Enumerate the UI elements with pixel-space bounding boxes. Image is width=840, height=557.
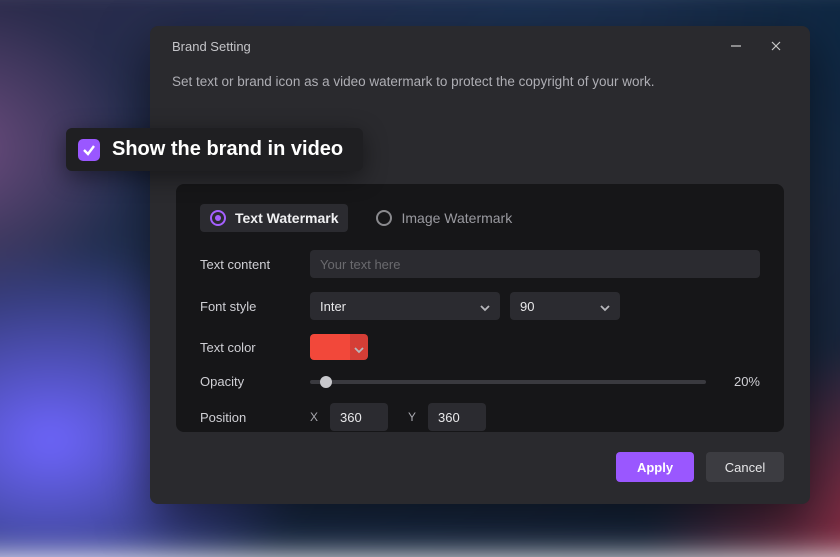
chevron-down-icon — [354, 342, 364, 352]
row-font-style: Font style Inter 90 — [200, 292, 760, 320]
font-size-select[interactable]: 90 — [510, 292, 620, 320]
row-position: Position X Y — [200, 403, 760, 431]
font-size-value: 90 — [520, 299, 534, 314]
opacity-slider[interactable] — [310, 380, 706, 384]
watermark-type-radios: Text Watermark Image Watermark — [200, 204, 760, 232]
brand-setting-window: Brand Setting Set text or brand icon as … — [150, 26, 810, 504]
font-family-select[interactable]: Inter — [310, 292, 500, 320]
label-opacity: Opacity — [200, 374, 310, 389]
row-opacity: Opacity 20% — [200, 374, 760, 389]
radio-image-watermark[interactable]: Image Watermark — [376, 210, 512, 226]
radio-text-watermark[interactable]: Text Watermark — [200, 204, 348, 232]
radio-image-label: Image Watermark — [401, 210, 512, 226]
slider-thumb[interactable] — [320, 376, 332, 388]
position-y-input[interactable] — [428, 403, 486, 431]
dialog-footer: Apply Cancel — [616, 452, 784, 482]
label-font-style: Font style — [200, 299, 310, 314]
label-y: Y — [408, 410, 416, 424]
radio-text-label: Text Watermark — [235, 210, 338, 226]
row-text-color: Text color — [200, 334, 760, 360]
label-text-color: Text color — [200, 340, 310, 355]
label-text-content: Text content — [200, 257, 310, 272]
cancel-button[interactable]: Cancel — [706, 452, 784, 482]
radio-dot-icon — [210, 210, 226, 226]
show-brand-callout: Show the brand in video — [66, 128, 363, 171]
show-brand-checkbox[interactable] — [78, 139, 100, 161]
chevron-down-icon — [480, 301, 490, 311]
opacity-value: 20% — [720, 374, 760, 389]
label-position: Position — [200, 410, 310, 425]
show-brand-label: Show the brand in video — [112, 138, 343, 161]
text-color-picker[interactable] — [310, 334, 368, 360]
position-x-input[interactable] — [330, 403, 388, 431]
minimize-button[interactable] — [716, 26, 756, 66]
chevron-down-icon — [600, 301, 610, 311]
watermark-panel: Text Watermark Image Watermark Text cont… — [176, 184, 784, 432]
text-content-input[interactable] — [310, 250, 760, 278]
close-button[interactable] — [756, 26, 796, 66]
titlebar: Brand Setting — [150, 26, 810, 66]
window-description: Set text or brand icon as a video waterm… — [150, 66, 810, 89]
color-dropdown — [350, 334, 368, 360]
color-swatch — [310, 334, 350, 360]
radio-dot-icon — [376, 210, 392, 226]
window-title: Brand Setting — [172, 39, 251, 54]
label-x: X — [310, 410, 318, 424]
font-family-value: Inter — [320, 299, 346, 314]
check-icon — [82, 143, 96, 157]
apply-button[interactable]: Apply — [616, 452, 694, 482]
row-text-content: Text content — [200, 250, 760, 278]
